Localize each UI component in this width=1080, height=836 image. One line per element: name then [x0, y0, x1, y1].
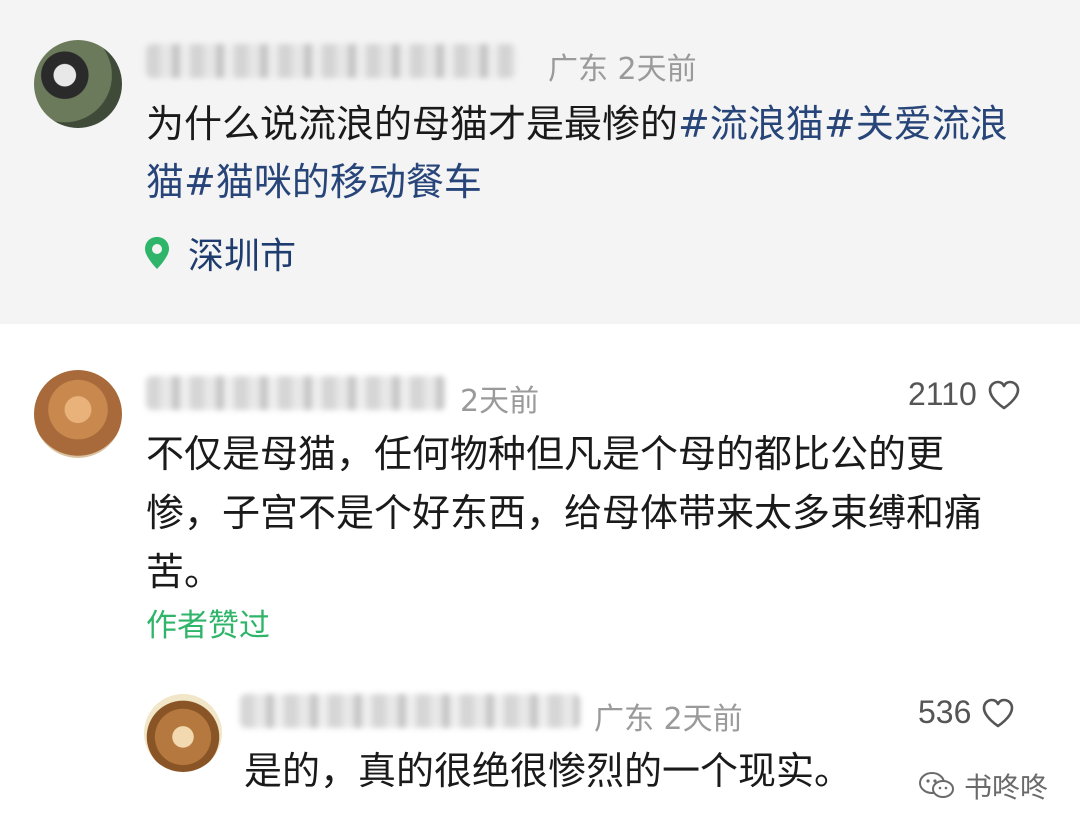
watermark: 书咚咚 [918, 766, 1048, 806]
reply-region: 广东 [594, 702, 654, 737]
post-text: 为什么说流浪的母猫才是最惨的#流浪猫#关爱流浪猫#猫咪的移动餐车 [146, 95, 1026, 211]
watermark-text: 书咚咚 [964, 771, 1049, 804]
reply-like-button[interactable]: 536 [918, 694, 1015, 731]
like-count: 2110 [908, 376, 977, 412]
post-time: 2天前 [617, 52, 697, 87]
reply-meta: 广东 2天前 [594, 694, 743, 738]
heart-icon [983, 698, 1014, 727]
comment-like-button[interactable]: 2110 [908, 376, 1021, 413]
heart-icon [988, 380, 1020, 409]
reply-text: 是的，真的很绝很惨烈的一个现实。 [244, 749, 853, 793]
like-count: 536 [918, 694, 972, 730]
replier-name-redacted[interactable] [240, 694, 580, 728]
post-region: 广东 [548, 52, 608, 87]
replier-avatar[interactable] [144, 694, 222, 772]
comment-text: 不仅是母猫，任何物种但凡是个母的都比公的更惨，子宫不是个好东西，给母体带来太多束… [146, 432, 983, 594]
post-location[interactable]: 深圳市 [144, 228, 296, 278]
hashtag-link[interactable]: #流浪猫 [678, 102, 824, 146]
commenter-avatar[interactable] [34, 370, 122, 458]
post-meta: 广东 2天前 [548, 44, 697, 88]
author-liked-badge: 作者赞过 [146, 608, 270, 644]
commenter-name-redacted[interactable] [146, 376, 446, 410]
map-pin-icon [145, 237, 169, 269]
post-card: 广东 2天前 为什么说流浪的母猫才是最惨的#流浪猫#关爱流浪猫#猫咪的移动餐车 … [0, 0, 1080, 324]
hashtag-link[interactable]: #猫咪的移动餐车 [184, 160, 482, 204]
post-author-name-redacted[interactable] [146, 44, 516, 78]
wechat-icon [919, 772, 954, 798]
comment-time: 2天前 [460, 384, 540, 419]
reply-time: 2天前 [663, 702, 743, 737]
post-author-avatar[interactable] [34, 40, 122, 128]
post-title: 为什么说流浪的母猫才是最惨的 [146, 102, 679, 146]
location-label: 深圳市 [188, 236, 297, 277]
